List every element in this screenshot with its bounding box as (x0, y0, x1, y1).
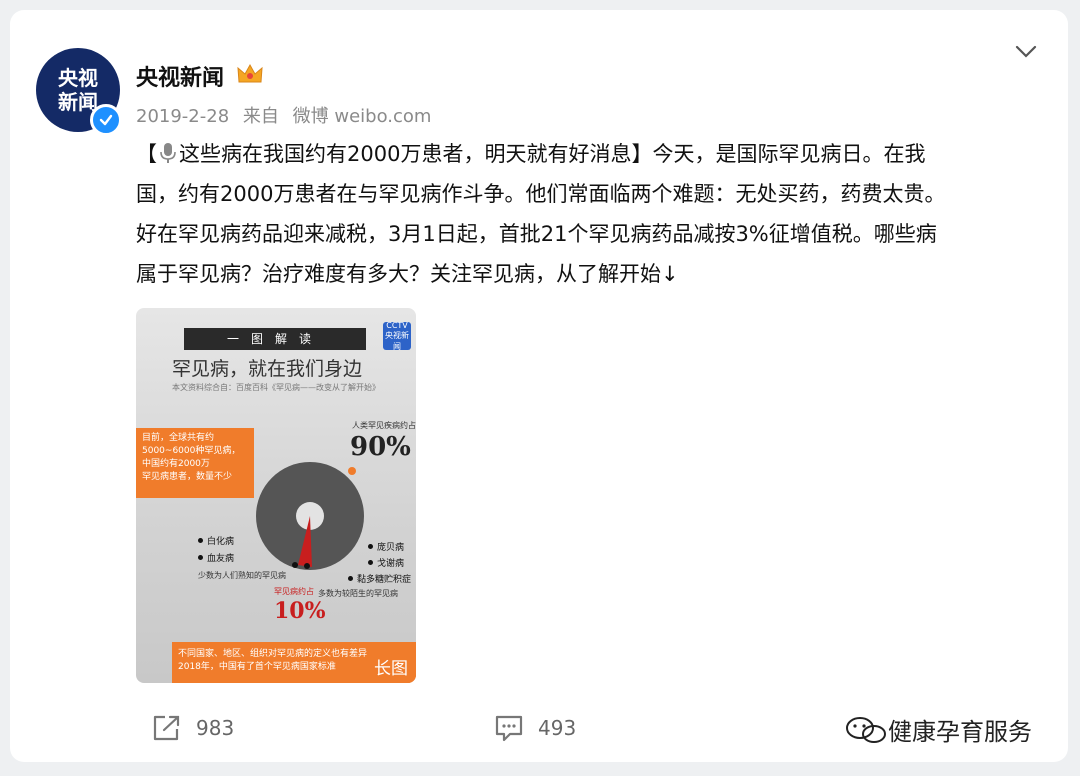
intro-box: 目前，全球共有约 5000~6000种罕见病， 中国约有2000万 罕见病患者，… (136, 428, 254, 498)
share-icon (153, 715, 180, 741)
wechat-icon (846, 716, 886, 743)
watermark-text: 健康孕育服务 (888, 718, 1032, 746)
marker-dot (304, 563, 310, 569)
source-prefix: 来自 (242, 106, 279, 127)
intro-line: 罕见病患者，数量不少 (142, 472, 233, 482)
account-name[interactable]: 央视新闻 (136, 60, 224, 92)
post-source: 微博 weibo.com (292, 106, 432, 127)
chevron-down-icon[interactable] (1014, 42, 1038, 62)
watermark: 健康孕育服务 (844, 712, 1032, 747)
image-banner: 一图解读 (184, 328, 366, 350)
weibo-post-card: 央视 新闻 央视新闻 2019-2-28 来自 微博 weibo.com 【这些… (10, 10, 1068, 762)
intro-line: 目前，全球共有约 (142, 433, 215, 443)
marker-dot (348, 467, 356, 475)
cctv-logo: CCTV 央视新闻 (383, 320, 411, 351)
comment-icon (495, 715, 523, 742)
disease-hemophilia: 血友病 (198, 551, 234, 564)
donut-chart (256, 462, 364, 570)
right-caption: 多数为较陌生的罕见病 (318, 589, 398, 598)
bracket-open: 【 (136, 142, 157, 166)
avatar-text-line-1: 央视 (58, 66, 98, 90)
intro-line: 5000~6000种罕见病， (142, 446, 241, 456)
image-source-note: 本文资料综合自：百度百科《罕见病——改变从了解开始》 (172, 383, 380, 392)
pct-10: 10% (274, 598, 326, 624)
post-text-line-3: 好在罕见病药品迎来减税，3月1日起，首批21个罕见病药品减按3%征增值税。哪些病 (136, 222, 937, 246)
share-button[interactable]: 983 (152, 714, 234, 742)
left-caption: 少数为人们熟知的罕见病 (198, 571, 286, 580)
comment-button[interactable]: 493 (494, 714, 576, 742)
infographic-image[interactable]: 一图解读 CCTV 央视新闻 罕见病，就在我们身边 本文资料综合自：百度百科《罕… (136, 308, 416, 683)
disease-albinism: 白化病 (198, 534, 234, 547)
label-90: 人类罕见疾病约占 (352, 421, 416, 430)
intro-line: 中国约有2000万 (142, 459, 210, 469)
disease-pompe: 庞贝病 (368, 540, 404, 553)
image-title: 罕见病，就在我们身边 (172, 358, 363, 380)
crown-icon (237, 63, 263, 83)
marker-dot (292, 562, 298, 568)
post-text-line-1-body: 这些病在我国约有2000万患者，明天就有好消息】今天，是国际罕见病日。在我 (179, 142, 926, 166)
long-image-badge: 长图 (366, 655, 416, 683)
post-text-line-4: 属于罕见病？治疗难度有多大？关注罕见病，从了解开始↓ (136, 262, 679, 286)
post-meta: 2019-2-28 来自 微博 weibo.com (136, 102, 439, 128)
label-10: 罕见病约占 (274, 587, 314, 596)
post-text-line-1: 【这些病在我国约有2000万患者，明天就有好消息】今天，是国际罕见病日。在我 (136, 134, 1036, 174)
disease-gaucher: 戈谢病 (368, 556, 404, 569)
microphone-icon (160, 143, 176, 163)
share-count: 983 (196, 716, 235, 740)
post-text-line-2: 国，约有2000万患者在与罕见病作斗争。他们常面临两个难题：无处买药，药费太贵。 (136, 182, 946, 206)
disease-mps: 黏多糖贮积症 (348, 572, 411, 585)
comment-count: 493 (538, 716, 577, 740)
post-date[interactable]: 2019-2-28 (136, 106, 229, 127)
verified-badge-icon (90, 104, 122, 136)
post-text: 【这些病在我国约有2000万患者，明天就有好消息】今天，是国际罕见病日。在我 国… (136, 134, 1036, 294)
